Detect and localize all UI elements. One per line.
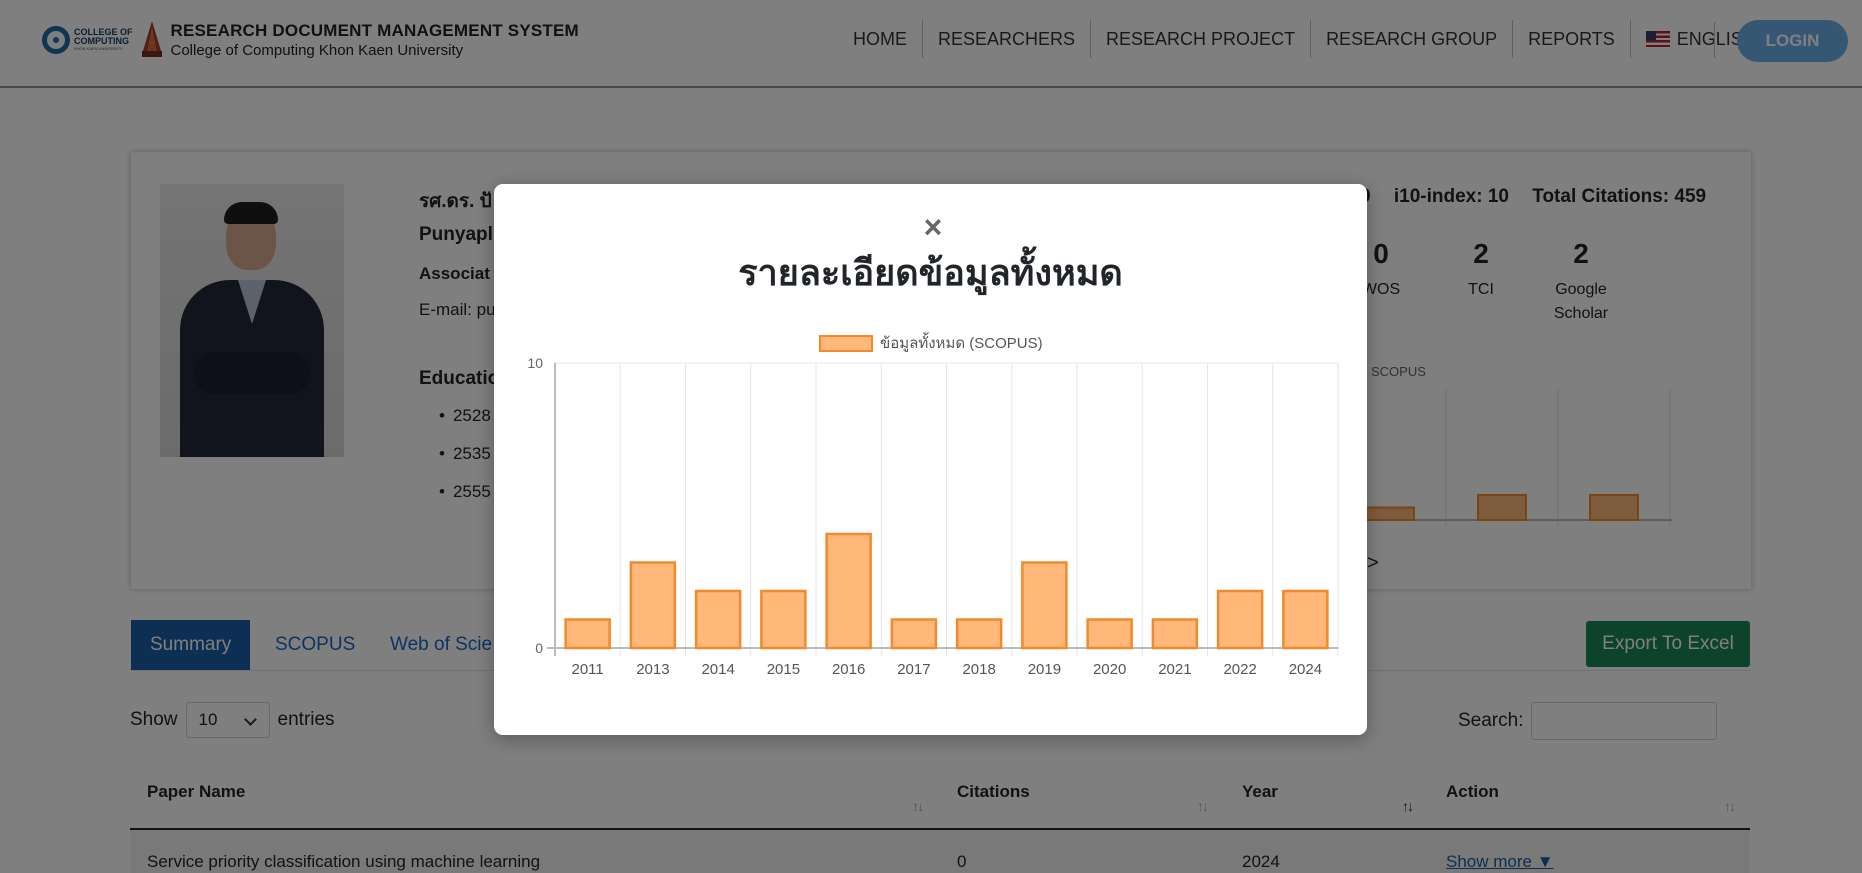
- bar: [1086, 618, 1133, 650]
- x-tick-label: 2018: [962, 661, 995, 678]
- legend-label: ข้อมูลทั้งหมด (SCOPUS): [880, 332, 1043, 352]
- bar: [760, 589, 807, 650]
- x-tick-label: 2020: [1093, 661, 1126, 678]
- close-icon[interactable]: ×: [918, 211, 948, 243]
- x-tick-label: 2014: [701, 661, 734, 678]
- modal-title: รายละเอียดข้อมูลทั้งหมด: [738, 252, 1123, 293]
- x-tick-label: 2019: [1028, 661, 1061, 678]
- x-tick-label: 2013: [636, 661, 669, 678]
- bar: [1282, 589, 1329, 650]
- x-tick-label: 2024: [1289, 661, 1322, 678]
- y-tick-label: 0: [535, 640, 543, 656]
- bar: [825, 532, 872, 650]
- bar: [1151, 618, 1199, 650]
- x-tick-label: 2021: [1158, 661, 1191, 678]
- scopus-bar-chart: ข้อมูลทั้งหมด (SCOPUS) 0 10 2011 2013 2014 201…: [527, 332, 1339, 678]
- x-tick-label: 2016: [832, 661, 865, 678]
- y-tick-label: 10: [527, 355, 543, 371]
- x-tick-label: 2022: [1223, 661, 1256, 678]
- bar: [890, 618, 938, 650]
- bar: [1021, 561, 1068, 650]
- bar: [629, 561, 677, 650]
- x-tick-label: 2017: [897, 661, 930, 678]
- summary-chart-modal: × รายละเอียดข้อมูลทั้งหมด ข้อมูลทั้งหมด …: [494, 184, 1367, 735]
- bar: [694, 589, 742, 650]
- x-tick-label: 2015: [767, 661, 800, 678]
- bar: [1216, 589, 1264, 650]
- chart-legend: ข้อมูลทั้งหมด (SCOPUS): [819, 332, 1043, 352]
- bar: [564, 618, 611, 650]
- bar: [955, 618, 1003, 650]
- legend-swatch: [819, 335, 873, 352]
- x-tick-label: 2011: [571, 661, 603, 678]
